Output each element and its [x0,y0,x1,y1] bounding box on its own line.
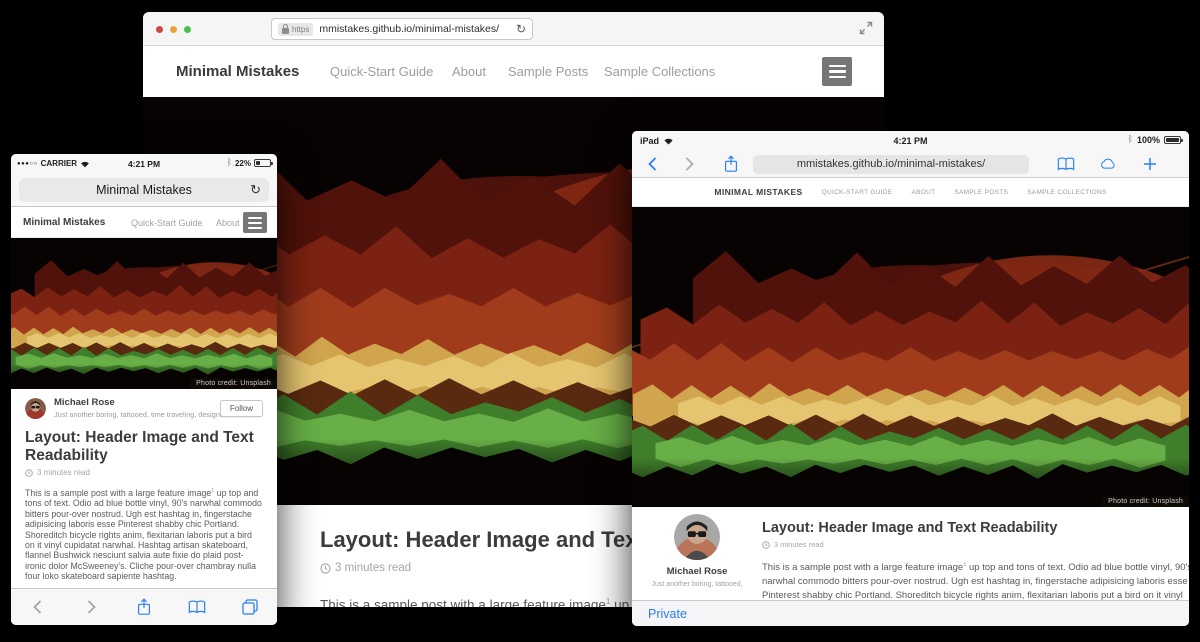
minimize-window-button[interactable] [170,26,177,33]
ipad-status-bar: iPad 4:21 PM ᛒ 100% [632,131,1189,151]
nav-link-sample-posts[interactable]: Sample Posts [954,189,1008,196]
ipad-toolbar: mmistakes.github.io/minimal-mistakes/ [632,151,1189,178]
read-time: 3 minutes read [25,468,263,477]
back-button[interactable] [644,155,662,173]
https-label: https [292,25,309,34]
https-badge: https [278,23,313,36]
ipad-browser-window: iPad 4:21 PM ᛒ 100% [632,131,1189,626]
author-name: Michael Rose [667,566,728,577]
photo-credit: Photo credit: Unsplash [1102,496,1189,507]
read-time: 3 minutes read [762,540,1189,549]
reload-icon[interactable]: ↻ [250,183,261,196]
author-row: Michael Rose Just another boring, tattoo… [25,397,263,419]
url-text: mmistakes.github.io/minimal-mistakes/ [319,23,516,35]
menu-toggle-button[interactable] [243,212,267,233]
reload-icon[interactable]: ↻ [516,23,526,35]
battery-icon [254,159,271,167]
menu-toggle-button[interactable] [822,57,852,86]
iphone-toolbar [11,588,277,625]
author-bio: Just another boring, tattooed, [651,581,742,588]
author-bio: Just another boring, tattooed, time trav… [54,410,228,419]
iphone-urlbar: Minimal Mistakes ↻ [11,174,277,207]
bookmarks-icon[interactable] [1057,155,1075,173]
follow-button[interactable]: Follow [220,400,263,417]
fullscreen-icon[interactable] [859,21,873,35]
mac-titlebar: https mmistakes.github.io/minimal-mistak… [143,12,884,46]
author-sidebar: Michael Rose Just another boring, tattoo… [632,507,762,600]
battery-percent: 22% [235,159,251,168]
traffic-lights [156,26,191,33]
nav-link-sample-posts[interactable]: Sample Posts [508,64,588,79]
site-masthead: Minimal Mistakes Quick-Start Guide About… [632,178,1189,207]
nav-link-about[interactable]: About [452,64,486,79]
nav-link-quick-start-guide[interactable]: Quick-Start Guide [131,218,203,228]
post-iphone: Michael Rose Just another boring, tattoo… [11,389,277,610]
feature-image: Photo credit: Unsplash [632,207,1189,507]
post-body: This is a sample post with a large featu… [762,558,1189,600]
new-tab-icon[interactable] [1141,155,1159,173]
tabs-icon[interactable] [241,598,259,616]
nav-link-about[interactable]: About [911,189,935,196]
icloud-tabs-icon[interactable] [1099,155,1117,173]
close-window-button[interactable] [156,26,163,33]
photo-credit: Photo credit: Unsplash [190,378,277,389]
nav-link-quick-start-guide[interactable]: Quick-Start Guide [822,189,893,196]
site-brand-link[interactable]: Minimal Mistakes [23,217,105,228]
avatar [674,514,720,560]
nav-link-sample-collections[interactable]: Sample Collections [604,64,715,79]
share-icon[interactable] [722,155,740,173]
private-browsing-bar: Private [632,600,1189,626]
composite-screenshot: https mmistakes.github.io/minimal-mistak… [0,0,1200,642]
page-title: Minimal Mistakes [19,178,269,202]
bluetooth-icon: ᛒ [1128,135,1133,145]
bluetooth-icon: ᛒ [227,158,232,168]
post-ipad: Michael Rose Just another boring, tattoo… [632,507,1189,600]
private-button[interactable]: Private [648,607,687,621]
site-brand-link[interactable]: Minimal Mistakes [714,187,802,197]
iphone-status-bar: ●●●○○ CARRIER 4:21 PM ᛒ 22% [11,154,277,174]
post-body: This is a sample post with a large featu… [25,486,263,582]
status-time: 4:21 PM [632,136,1189,146]
zoom-window-button[interactable] [184,26,191,33]
forward-button[interactable] [680,155,698,173]
clock-icon [25,469,33,477]
site-masthead: Minimal Mistakes Quick-Start Guide About… [143,46,884,97]
post-title: Layout: Header Image and Text Readabilit… [762,520,1189,536]
nav-link-sample-collections[interactable]: Sample Collections [1027,189,1106,196]
post-title: Layout: Header Image and Text Readabilit… [25,429,260,464]
battery-percent: 100% [1137,135,1160,145]
clock-icon [762,541,770,549]
author-name: Michael Rose [54,397,228,408]
address-bar[interactable]: https mmistakes.github.io/minimal-mistak… [271,18,533,40]
back-button[interactable] [29,598,47,616]
site-masthead: Minimal Mistakes Quick-Start Guide About [11,207,277,238]
address-bar[interactable]: mmistakes.github.io/minimal-mistakes/ [753,155,1029,174]
nav-link-quick-start-guide[interactable]: Quick-Start Guide [330,64,433,79]
share-icon[interactable] [135,598,153,616]
lock-icon [282,28,289,34]
bookmarks-icon[interactable] [188,598,206,616]
iphone-browser-window: ●●●○○ CARRIER 4:21 PM ᛒ 22% Minimal Mist… [11,154,277,625]
avatar [25,398,46,419]
nav-link-about[interactable]: About [216,218,240,228]
site-brand-link[interactable]: Minimal Mistakes [176,63,299,80]
forward-button[interactable] [82,598,100,616]
feature-image: Photo credit: Unsplash [11,238,277,389]
clock-icon [320,563,331,574]
address-bar[interactable]: Minimal Mistakes ↻ [19,178,269,202]
battery-icon [1164,136,1181,144]
